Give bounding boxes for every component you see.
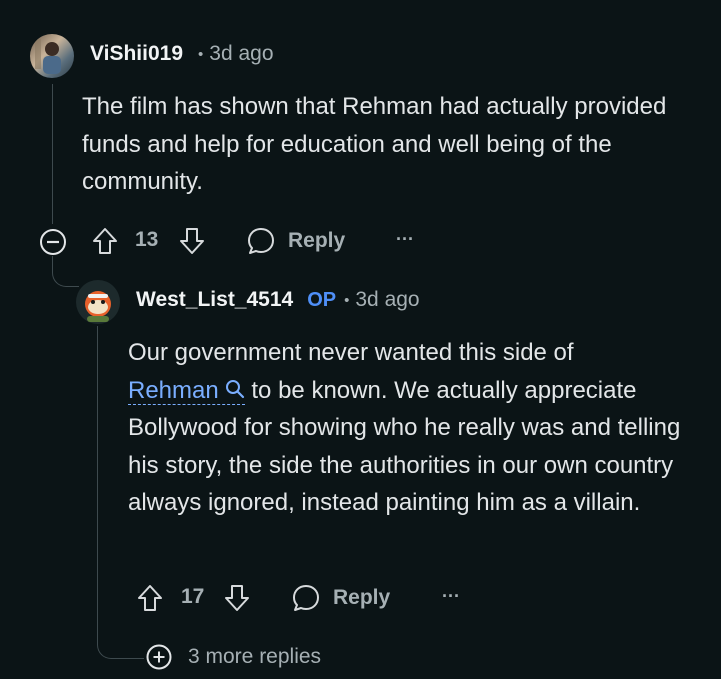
comment-icon [246,226,276,256]
thread-line-1 [52,84,53,224]
downvote-icon[interactable] [178,226,206,256]
comment-1-header: ViShii019 • 3d ago [90,42,274,66]
separator-dot: • [344,291,350,309]
upvote-icon[interactable] [91,226,119,256]
search-icon [225,379,245,399]
comment-2-header: West_List_4514 OP • 3d ago [136,288,420,312]
op-badge: OP [307,288,337,311]
username[interactable]: West_List_4514 [136,288,293,312]
upvote-icon[interactable] [136,583,164,613]
collapse-icon[interactable] [39,228,67,256]
comment-icon [291,583,321,613]
reply-button[interactable]: Reply [246,226,345,256]
link-text: Rehman [128,376,219,404]
thread-curve-1 [52,256,79,287]
reply-button[interactable]: Reply [291,583,390,613]
separator-dot: • [198,45,204,63]
more-replies-button[interactable]: 3 more replies [146,644,321,670]
timestamp[interactable]: 3d ago [355,288,419,312]
comment-1-body: The film has shown that Rehman had actua… [82,93,667,195]
avatar[interactable] [76,280,120,324]
avatar-image [35,39,61,74]
username[interactable]: ViShii019 [90,42,183,66]
avatar-image [85,291,111,322]
vote-count: 13 [135,228,159,251]
avatar[interactable] [30,34,74,78]
reply-label: Reply [333,586,391,609]
vote-count: 17 [181,585,205,608]
more-icon[interactable]: ··· [396,229,414,250]
comment-2-body: Our government never wanted this side of… [128,334,698,522]
reply-label: Reply [288,229,346,252]
downvote-icon[interactable] [223,583,251,613]
search-link[interactable]: Rehman [128,376,245,405]
body-text-start: Our government never wanted this side of [128,339,574,366]
more-icon[interactable]: ··· [442,586,460,607]
expand-icon [146,644,172,670]
timestamp[interactable]: 3d ago [209,42,273,66]
more-replies-label: 3 more replies [188,645,322,668]
